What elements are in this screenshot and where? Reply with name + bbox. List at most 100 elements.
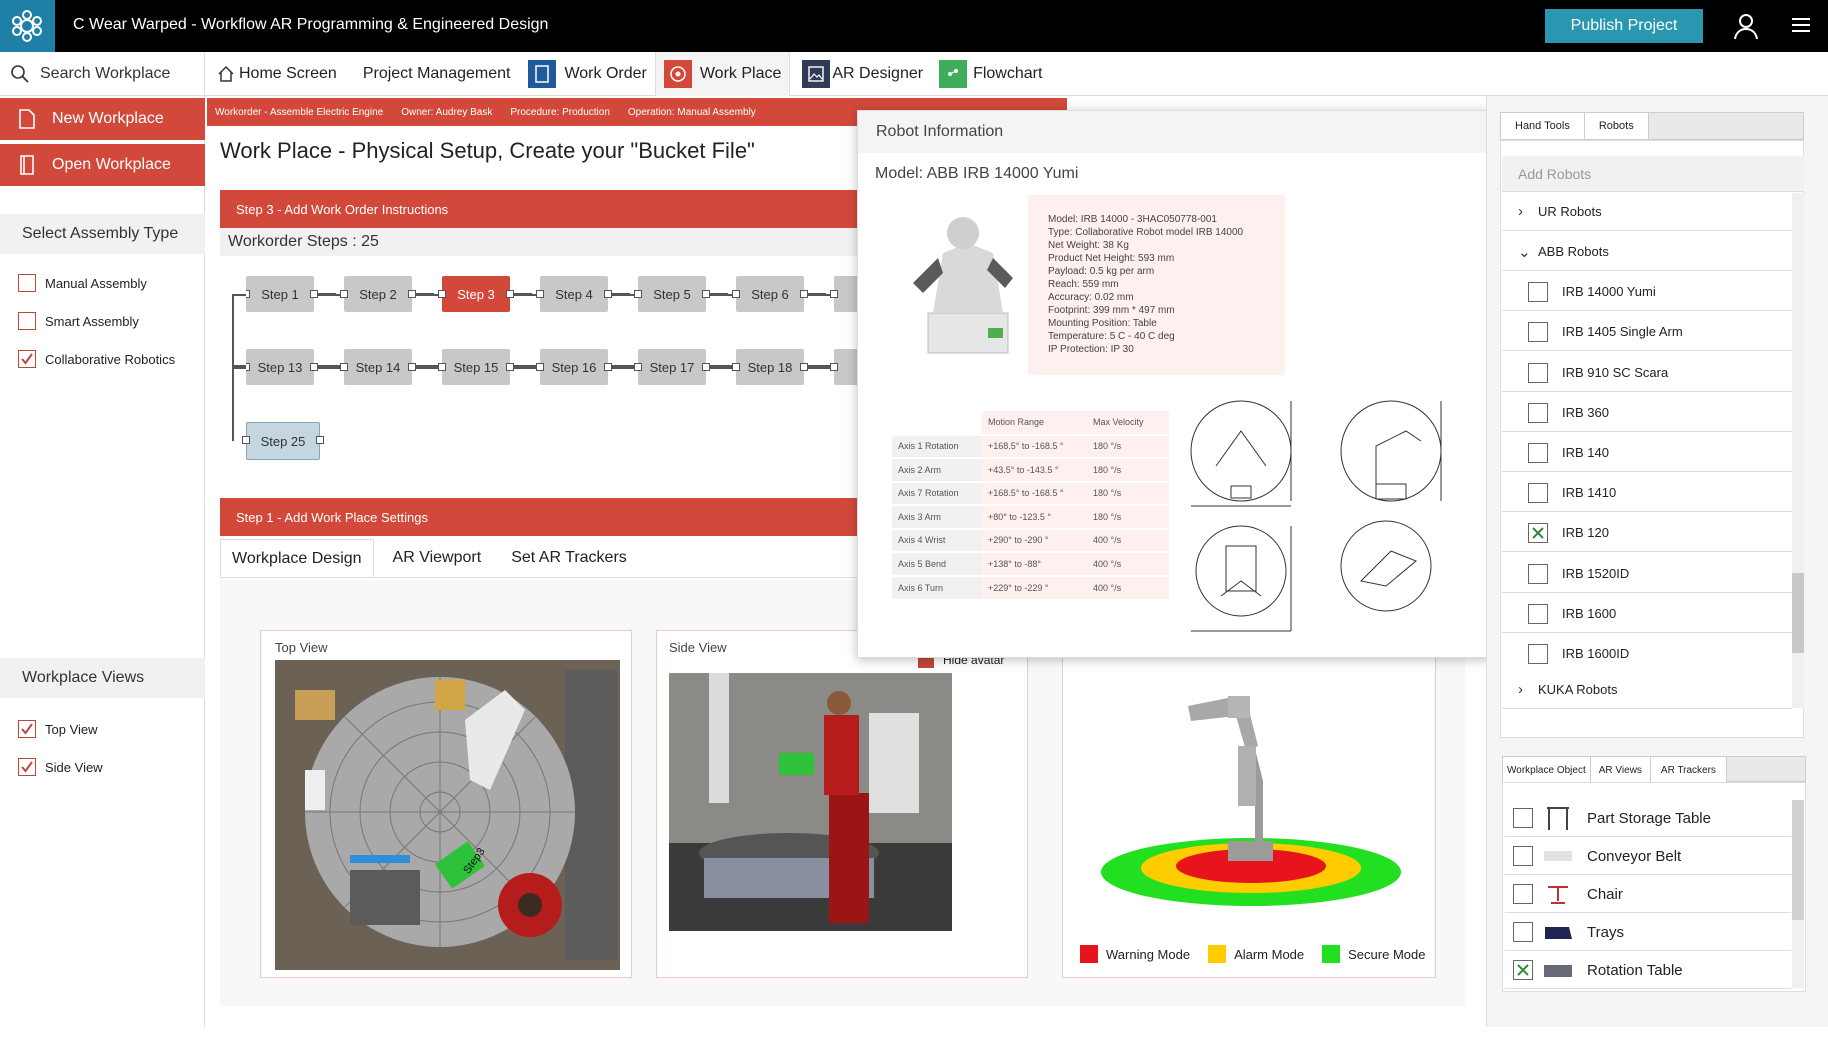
step-port-in[interactable] bbox=[634, 290, 642, 298]
tab-set-ar-trackers[interactable]: Set AR Trackers bbox=[500, 539, 638, 577]
manual-assembly-checkbox[interactable]: Manual Assembly bbox=[18, 272, 147, 294]
robot-item[interactable]: IRB 360 bbox=[1502, 394, 1792, 432]
step-port-out[interactable] bbox=[310, 290, 318, 298]
step-port-in[interactable] bbox=[438, 290, 446, 298]
tab-hand-tools[interactable]: Hand Tools bbox=[1501, 113, 1585, 139]
top-view-viewport[interactable]: Step3 bbox=[275, 660, 620, 970]
step-port-in[interactable] bbox=[830, 363, 838, 371]
add-robots-field[interactable]: Add Robots bbox=[1502, 156, 1804, 192]
step-port-out[interactable] bbox=[506, 290, 514, 298]
robot-list-scrollbar[interactable] bbox=[1792, 193, 1804, 708]
tab-ar-viewport[interactable]: AR Viewport bbox=[382, 539, 493, 577]
checkbox-checked[interactable] bbox=[1528, 522, 1548, 543]
step-port-out[interactable] bbox=[800, 363, 808, 371]
checkbox[interactable] bbox=[1528, 442, 1548, 463]
step-port-out[interactable] bbox=[310, 363, 318, 371]
step-port-out[interactable] bbox=[702, 363, 710, 371]
step-node[interactable]: Step 14 bbox=[344, 349, 412, 385]
workplace-object-item[interactable]: Rotation Table bbox=[1505, 952, 1791, 989]
step-node[interactable]: Step 15 bbox=[442, 349, 510, 385]
step-port-out[interactable] bbox=[702, 290, 710, 298]
workplace-object-item[interactable]: Chair bbox=[1505, 876, 1791, 913]
search-workplace[interactable]: Search Workplace bbox=[0, 52, 205, 96]
step-node[interactable]: Step 25 bbox=[246, 422, 320, 460]
safety-zone-view[interactable] bbox=[1088, 686, 1428, 926]
breadcrumb-operation[interactable]: Operation: Manual Assembly bbox=[628, 107, 756, 118]
nav-work-place[interactable]: Work Place bbox=[654, 51, 791, 96]
checkbox[interactable] bbox=[1513, 808, 1533, 828]
step-port-in[interactable] bbox=[246, 290, 250, 298]
step-port-in[interactable] bbox=[732, 363, 740, 371]
new-workplace-button[interactable]: New Workplace bbox=[0, 98, 205, 140]
step1-header[interactable]: Step 1 - Add Work Place Settings bbox=[220, 498, 860, 536]
checkbox[interactable] bbox=[1528, 563, 1548, 584]
checkbox-checked[interactable] bbox=[1513, 960, 1533, 980]
step-port-in[interactable] bbox=[242, 436, 250, 444]
nav-home-screen[interactable]: Home Screen bbox=[209, 52, 345, 96]
step-node[interactable]: Step 1 bbox=[246, 276, 314, 312]
side-view-viewport[interactable] bbox=[669, 673, 952, 931]
tab-workplace-object[interactable]: Workplace Object bbox=[1503, 757, 1591, 783]
hamburger-menu-icon[interactable] bbox=[1790, 14, 1812, 36]
step-port-in[interactable] bbox=[438, 363, 446, 371]
step-node[interactable]: Step 5 bbox=[638, 276, 706, 312]
step-node[interactable]: Step 3 bbox=[442, 276, 510, 312]
robot-item[interactable]: IRB 1410 bbox=[1502, 474, 1792, 512]
step-port-in[interactable] bbox=[830, 290, 838, 298]
checkbox[interactable] bbox=[1513, 922, 1533, 942]
step-port-out[interactable] bbox=[408, 290, 416, 298]
nav-project-management[interactable]: Project Management bbox=[355, 52, 519, 96]
robot-item[interactable]: IRB 120 bbox=[1502, 514, 1792, 552]
checkbox[interactable] bbox=[1528, 362, 1548, 383]
robot-item[interactable]: IRB 910 SC Scara bbox=[1502, 354, 1792, 392]
step3-header[interactable]: Step 3 - Add Work Order Instructions bbox=[220, 190, 860, 228]
robot-item[interactable]: IRB 1600ID bbox=[1502, 635, 1792, 673]
nav-flowchart[interactable]: Flowchart bbox=[931, 52, 1050, 96]
step-node[interactable]: Step 6 bbox=[736, 276, 804, 312]
step-node[interactable]: Step 18 bbox=[736, 349, 804, 385]
checkbox-checked[interactable] bbox=[18, 720, 36, 738]
open-workplace-button[interactable]: Open Workplace bbox=[0, 144, 205, 186]
step-port-out[interactable] bbox=[604, 363, 612, 371]
step-port-in[interactable] bbox=[340, 363, 348, 371]
robot-item[interactable]: IRB 1520ID bbox=[1502, 555, 1792, 593]
checkbox[interactable] bbox=[18, 312, 36, 330]
checkbox[interactable] bbox=[1528, 482, 1548, 503]
tab-workplace-design[interactable]: Workplace Design bbox=[220, 539, 374, 577]
checkbox[interactable] bbox=[1513, 884, 1533, 904]
workplace-object-item[interactable]: Conveyor Belt bbox=[1505, 838, 1791, 875]
checkbox[interactable] bbox=[1513, 846, 1533, 866]
step-port-in[interactable] bbox=[536, 290, 544, 298]
workplace-object-item[interactable]: Part Storage Table bbox=[1505, 800, 1791, 837]
checkbox[interactable] bbox=[1528, 281, 1548, 302]
step-node[interactable]: Step 13 bbox=[246, 349, 314, 385]
group-abb-robots[interactable]: ⌄ ABB Robots bbox=[1502, 233, 1792, 271]
nav-work-order[interactable]: Work Order bbox=[520, 52, 654, 96]
step-port-in[interactable] bbox=[340, 290, 348, 298]
breadcrumb-workorder[interactable]: Workorder - Assemble Electric Engine bbox=[215, 107, 383, 118]
checkbox[interactable] bbox=[1528, 402, 1548, 423]
step-port-in[interactable] bbox=[536, 363, 544, 371]
tab-robots[interactable]: Robots bbox=[1584, 113, 1649, 139]
workplace-object-item[interactable]: Trays bbox=[1505, 914, 1791, 951]
step-node[interactable]: Step 4 bbox=[540, 276, 608, 312]
step-port-out[interactable] bbox=[316, 436, 324, 444]
checkbox-checked[interactable] bbox=[18, 758, 36, 776]
robot-item[interactable]: IRB 1600 bbox=[1502, 595, 1792, 633]
nav-ar-designer[interactable]: AR Designer bbox=[794, 52, 931, 96]
step-port-out[interactable] bbox=[408, 363, 416, 371]
robot-item[interactable]: IRB 14000 Yumi bbox=[1502, 273, 1792, 311]
checkbox[interactable] bbox=[1528, 643, 1548, 664]
step-node[interactable]: Step 2 bbox=[344, 276, 412, 312]
group-ur-robots[interactable]: › UR Robots bbox=[1502, 193, 1792, 231]
step-port-in[interactable] bbox=[634, 363, 642, 371]
checkbox[interactable] bbox=[1528, 321, 1548, 342]
top-view-checkbox[interactable]: Top View bbox=[18, 718, 98, 740]
object-list-scrollbar[interactable] bbox=[1792, 800, 1804, 988]
robot-item[interactable]: IRB 1405 Single Arm bbox=[1502, 313, 1792, 351]
checkbox[interactable] bbox=[18, 274, 36, 292]
app-logo-icon[interactable] bbox=[0, 0, 55, 52]
smart-assembly-checkbox[interactable]: Smart Assembly bbox=[18, 310, 139, 332]
collaborative-robotics-checkbox[interactable]: Collaborative Robotics bbox=[18, 348, 175, 370]
publish-project-button[interactable]: Publish Project bbox=[1545, 9, 1703, 43]
